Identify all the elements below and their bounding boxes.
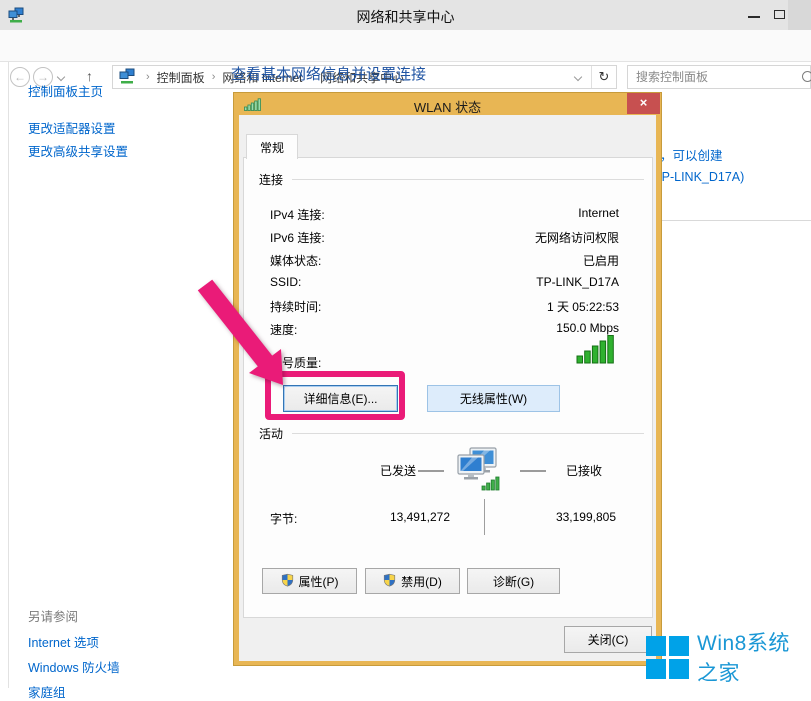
close-button[interactable] [788, 0, 811, 30]
row-value: 无网络访问权限 [535, 229, 619, 245]
annotation-arrow [197, 277, 293, 394]
row-ssid: SSID:TP-LINK_D17A [270, 275, 619, 291]
computers-activity-icon [454, 446, 502, 499]
bytes-sent-value: 13,491,272 [390, 510, 450, 524]
bytes-label: 字节: [270, 510, 297, 527]
sidebar-see-also-header: 另请参阅 [28, 606, 78, 625]
sent-label: 已发送 [380, 462, 416, 479]
title-bar: 网络和共享中心 [0, 0, 811, 30]
sidebar-item-change-adapter-settings[interactable]: 更改适配器设置 [28, 118, 116, 137]
minimize-button[interactable] [748, 16, 760, 18]
dialog-close-icon[interactable]: × [627, 93, 660, 114]
row-value: 已启用 [583, 252, 619, 268]
group-divider [292, 433, 644, 434]
bytes-separator [484, 499, 485, 535]
row-value: 1 天 05:22:53 [547, 298, 619, 314]
diagnose-button[interactable]: 诊断(G) [467, 568, 560, 594]
bytes-received-value: 33,199,805 [556, 510, 616, 524]
watermark: Win8系统之家 [646, 627, 811, 687]
search-input[interactable] [628, 66, 788, 88]
disable-button-label: 禁用(D) [401, 573, 442, 590]
sidebar-item-internet-options[interactable]: Internet 选项 [28, 632, 99, 651]
windows-logo-icon [646, 636, 689, 679]
address-dropdown-icon[interactable] [574, 73, 582, 81]
background-text-link[interactable]: TP-LINK_D17A) [654, 170, 744, 184]
breadcrumb-separator [205, 71, 223, 83]
window-title: 网络和共享中心 [0, 7, 811, 27]
uac-shield-icon [281, 573, 294, 590]
dialog-close-button[interactable]: 关闭(C) [564, 626, 652, 653]
refresh-icon[interactable] [592, 69, 616, 85]
uac-shield-icon [383, 573, 396, 590]
watermark-text: Win8系统之家 [697, 627, 811, 687]
row-ipv4: IPv4 连接: Internet [270, 206, 619, 222]
connection-group-label: 连接 [256, 171, 286, 188]
background-text-line1: ，可以创建 [660, 145, 723, 164]
dialog-title: WLAN 状态 [234, 97, 661, 116]
network-icon [119, 68, 135, 87]
sidebar-item-windows-firewall[interactable]: Windows 防火墙 [28, 657, 120, 676]
received-connector-line [520, 470, 546, 472]
row-ipv6: IPv6 连接: 无网络访问权限 [270, 229, 619, 245]
received-label: 已接收 [566, 462, 602, 479]
history-dropdown-icon[interactable] [57, 73, 65, 81]
row-label: IPv6 连接: [270, 229, 325, 245]
properties-button-label: 属性(P) [299, 573, 339, 590]
row-value: TP-LINK_D17A [536, 275, 619, 291]
row-label: 媒体状态: [270, 252, 321, 268]
sent-connector-line [418, 470, 444, 472]
breadcrumb-item-control-panel[interactable]: 控制面板 [157, 69, 205, 86]
back-button[interactable] [10, 67, 30, 87]
maximize-button[interactable] [774, 10, 785, 19]
page-title: 查看基本网络信息并设置连接 [231, 63, 426, 84]
sidebar-item-change-advanced-sharing[interactable]: 更改高级共享设置 [28, 141, 128, 160]
window-frame-line [8, 62, 9, 688]
row-label: IPv4 连接: [270, 206, 325, 222]
navigation-toolbar: 控制面板 网络和 Internet 网络和共享中心 [0, 30, 811, 62]
properties-button[interactable]: 属性(P) [262, 568, 357, 594]
row-speed: 速度:150.0 Mbps [270, 321, 619, 337]
row-value: Internet [578, 206, 619, 222]
search-icon[interactable] [802, 71, 811, 82]
search-box [627, 65, 811, 89]
tab-general[interactable]: 常规 [246, 134, 298, 159]
sidebar-item-homegroup[interactable]: 家庭组 [28, 682, 66, 701]
activity-group-label: 活动 [256, 425, 286, 442]
disable-button[interactable]: 禁用(D) [365, 568, 460, 594]
group-divider [292, 179, 644, 180]
breadcrumb-separator [139, 71, 157, 83]
wireless-properties-button[interactable]: 无线属性(W) [427, 385, 560, 412]
row-media-state: 媒体状态: 已启用 [270, 252, 619, 268]
row-duration: 持续时间:1 天 05:22:53 [270, 298, 619, 314]
signal-strength-icon [576, 334, 616, 369]
sidebar-item-control-panel-home[interactable]: 控制面板主页 [28, 81, 103, 100]
